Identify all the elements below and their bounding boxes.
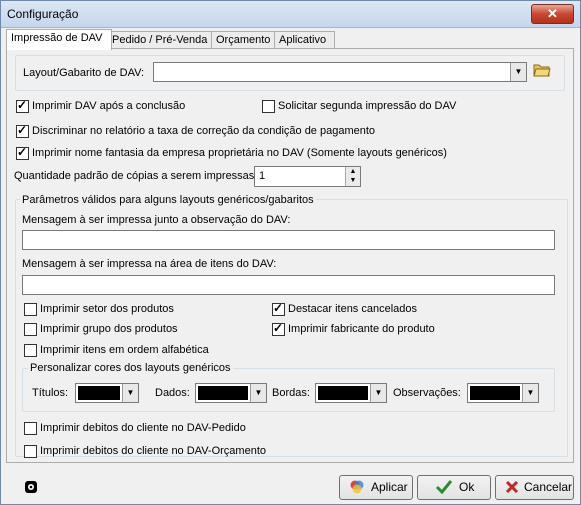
msg-observacao-label: Mensagem à ser impressa junto a observaç… (22, 214, 291, 226)
titulos-color-select[interactable]: ▼ (75, 383, 139, 403)
imprimir-apos-label: Imprimir DAV após a conclusão (32, 100, 186, 112)
cross-icon (504, 479, 520, 498)
dados-label: Dados: (155, 387, 190, 399)
destacar-checkbox[interactable] (272, 301, 285, 316)
title-bar: Configuração ✕ (1, 1, 580, 28)
dados-color-swatch (198, 386, 248, 400)
observacoes-color-select[interactable]: ▼ (467, 383, 539, 403)
tab-panel: Layout/Gabarito de DAV: ▼ Imprimir DAV a… (6, 48, 574, 463)
copias-value: 1 (259, 170, 266, 182)
layout-label: Layout/Gabarito de DAV: (23, 67, 145, 79)
close-button[interactable]: ✕ (531, 4, 574, 24)
ok-button[interactable]: Ok (417, 475, 491, 500)
config-window: Configuração ✕ Impressão de DAV Pedido /… (0, 0, 581, 505)
nome-fantasia-label: Imprimir nome fantasia da empresa propri… (32, 147, 447, 159)
msg-observacao-input[interactable] (22, 230, 555, 250)
folder-open-icon[interactable] (533, 61, 551, 79)
debitos-orcamento-label: Imprimir debitos do cliente no DAV-Orçam… (40, 445, 266, 457)
bordas-label: Bordas: (272, 387, 310, 399)
cores-title: Personalizar cores dos layouts genéricos (28, 362, 233, 374)
chevron-down-icon[interactable]: ▼ (250, 384, 266, 402)
checkmark-icon (435, 479, 453, 498)
chevron-down-icon[interactable]: ▼ (522, 384, 538, 402)
grupo-label: Imprimir grupo dos produtos (40, 323, 178, 335)
discriminar-taxa-checkbox[interactable] (16, 123, 29, 138)
chevron-down-icon[interactable]: ▼ (510, 63, 526, 81)
tab-orcamento[interactable]: Orçamento (211, 31, 279, 49)
alfabetica-checkbox[interactable] (24, 344, 37, 357)
debitos-orcamento-checkbox[interactable] (24, 445, 37, 458)
aplicar-label: Aplicar (371, 480, 408, 494)
tab-aplicativo[interactable]: Aplicativo (274, 31, 335, 49)
aplicar-button[interactable]: Aplicar (339, 475, 413, 500)
alfabetica-label: Imprimir itens em ordem alfabética (40, 344, 209, 356)
discriminar-taxa-label: Discriminar no relatório a taxa de corre… (32, 125, 376, 137)
setor-checkbox[interactable] (24, 303, 37, 316)
fabricante-label: Imprimir fabricante do produto (288, 323, 435, 335)
segunda-impressao-checkbox[interactable] (262, 100, 275, 113)
info-icon[interactable] (24, 480, 38, 494)
aplicar-icon (349, 479, 365, 498)
fabricante-checkbox[interactable] (272, 321, 285, 336)
grupo-checkbox[interactable] (24, 323, 37, 336)
parametros-title: Parâmetros válidos para alguns layouts g… (20, 194, 316, 206)
chevron-down-icon[interactable]: ▼ (370, 384, 386, 402)
cancelar-button[interactable]: Cancelar (495, 475, 574, 500)
layout-combobox[interactable]: ▼ (153, 62, 527, 82)
observacoes-color-swatch (470, 386, 520, 400)
msg-itens-input[interactable] (22, 275, 555, 295)
observacoes-label: Observações: (393, 387, 461, 399)
imprimir-apos-checkbox[interactable] (16, 98, 29, 113)
ok-label: Ok (459, 480, 475, 494)
setor-label: Imprimir setor dos produtos (40, 303, 174, 315)
titulos-color-swatch (78, 386, 120, 400)
debitos-pedido-checkbox[interactable] (24, 422, 37, 435)
dados-color-select[interactable]: ▼ (195, 383, 267, 403)
copias-spinner[interactable]: 1 ▲ ▼ (254, 166, 361, 187)
chevron-down-icon[interactable]: ▼ (122, 384, 138, 402)
spin-arrows-icon[interactable]: ▲ ▼ (345, 167, 360, 186)
bordas-color-swatch (318, 386, 368, 400)
titulos-label: Títulos: (32, 387, 69, 399)
tab-pedido-pre-venda[interactable]: Pedido / Pré-Venda (107, 31, 215, 49)
window-title: Configuração (7, 7, 79, 21)
copias-label: Quantidade padrão de cópias a serem impr… (14, 170, 258, 182)
debitos-pedido-label: Imprimir debitos do cliente no DAV-Pedid… (40, 422, 246, 434)
segunda-impressao-label: Solicitar segunda impressão do DAV (278, 100, 457, 112)
tab-impressao-dav[interactable]: Impressão de DAV (6, 29, 112, 50)
destacar-label: Destacar itens cancelados (288, 303, 418, 315)
bordas-color-select[interactable]: ▼ (315, 383, 387, 403)
msg-itens-label: Mensagem à ser impressa na área de itens… (22, 258, 277, 270)
nome-fantasia-checkbox[interactable] (16, 145, 29, 160)
cancelar-label: Cancelar (524, 480, 573, 494)
